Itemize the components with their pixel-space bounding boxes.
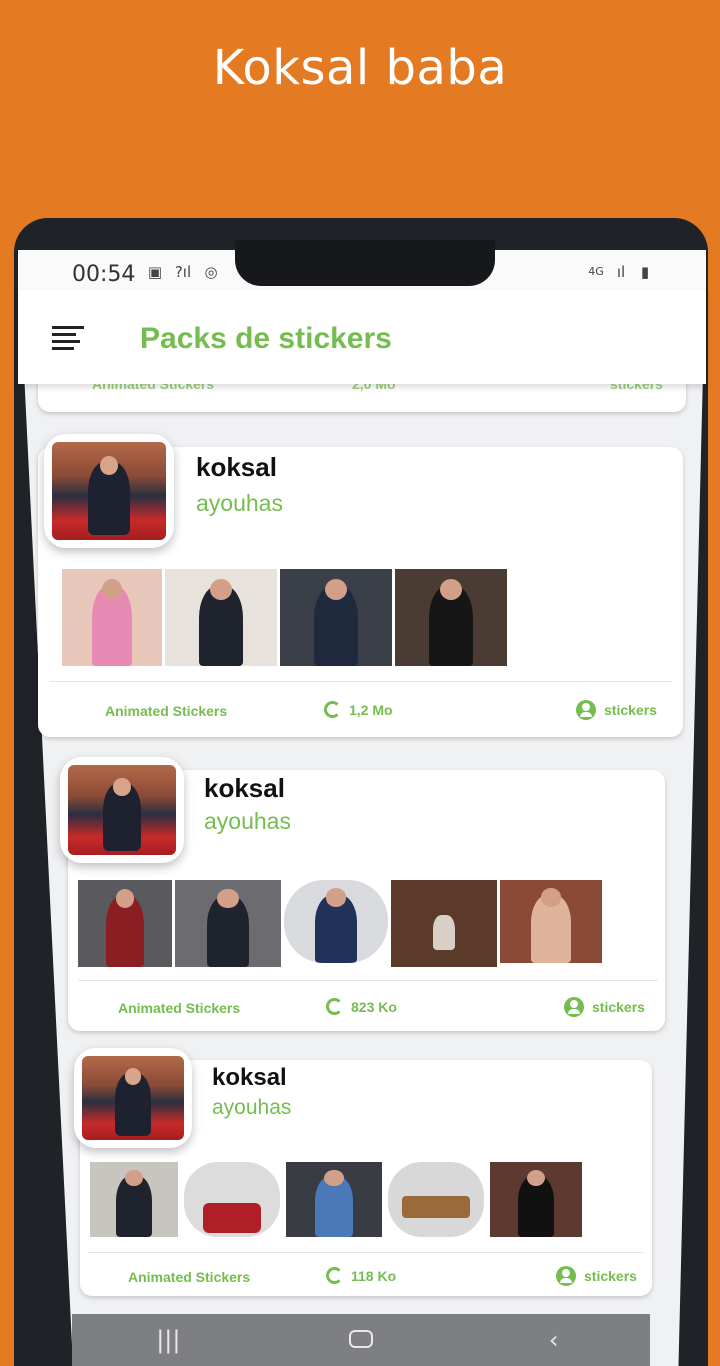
signal-icon: ıl bbox=[616, 263, 626, 281]
back-button[interactable]: ‹ bbox=[524, 1326, 584, 1354]
size-icon bbox=[324, 701, 341, 718]
pack-thumbnail[interactable] bbox=[44, 434, 174, 548]
sticker-preview[interactable] bbox=[78, 880, 172, 967]
sticker-preview[interactable] bbox=[286, 1162, 382, 1237]
network-type-label: 4G bbox=[588, 265, 604, 278]
gallery-icon: ▣ bbox=[147, 263, 163, 281]
pack-size: 823 Ko bbox=[326, 998, 397, 1015]
card-divider bbox=[88, 1252, 644, 1253]
sticker-preview[interactable] bbox=[175, 880, 281, 967]
battery-icon: ▮ bbox=[640, 263, 650, 281]
user-icon bbox=[564, 997, 584, 1017]
pack-thumbnail[interactable] bbox=[60, 757, 184, 863]
pack-size: 118 Ko bbox=[326, 1267, 396, 1284]
pack-type: Animated Stickers bbox=[105, 703, 228, 719]
sticker-preview-row bbox=[90, 1162, 582, 1237]
pack-name: koksal bbox=[204, 773, 285, 803]
card-divider bbox=[78, 980, 658, 981]
pack-stickers: stickers bbox=[556, 1266, 637, 1286]
sticker-preview-row bbox=[78, 880, 602, 967]
status-icons-left: ▣ ?ıl ◎ bbox=[146, 262, 220, 282]
sticker-preview[interactable] bbox=[388, 1162, 484, 1237]
recent-apps-button[interactable]: ||| bbox=[138, 1326, 198, 1354]
size-icon bbox=[326, 1267, 343, 1284]
sticker-preview[interactable] bbox=[391, 880, 497, 967]
sticker-preview[interactable] bbox=[500, 880, 602, 963]
sticker-preview[interactable] bbox=[490, 1162, 582, 1237]
pack-author: ayouhas bbox=[204, 808, 291, 834]
instagram-icon: ◎ bbox=[204, 263, 218, 281]
pack-stickers: stickers bbox=[576, 700, 657, 720]
sticker-preview[interactable] bbox=[62, 569, 162, 666]
pack-author: ayouhas bbox=[196, 490, 283, 516]
home-button[interactable] bbox=[331, 1326, 391, 1354]
card-divider bbox=[50, 681, 672, 682]
pack-stickers: stickers bbox=[564, 997, 645, 1017]
home-icon bbox=[348, 1330, 373, 1348]
user-icon bbox=[576, 700, 596, 720]
sticker-preview[interactable] bbox=[280, 569, 392, 666]
pack-type: Animated Stickers bbox=[118, 1000, 241, 1016]
sticker-preview-row bbox=[62, 569, 507, 666]
menu-icon[interactable] bbox=[52, 326, 84, 354]
sticker-preview[interactable] bbox=[184, 1162, 280, 1237]
sticker-preview[interactable] bbox=[284, 880, 388, 963]
pack-type: Animated Stickers bbox=[128, 1269, 251, 1285]
app-title: Packs de stickers bbox=[140, 322, 392, 355]
pack-thumbnail[interactable] bbox=[74, 1048, 192, 1148]
sticker-preview[interactable] bbox=[395, 569, 507, 666]
size-icon bbox=[326, 998, 343, 1015]
status-time: 00:54 bbox=[72, 262, 136, 287]
app-bar: Packs de stickers bbox=[18, 290, 706, 384]
sticker-preview[interactable] bbox=[90, 1162, 178, 1237]
system-nav-bar: ||| ‹ bbox=[72, 1314, 650, 1366]
pack-author: ayouhas bbox=[212, 1096, 292, 1119]
pack-name: koksal bbox=[196, 452, 277, 482]
status-icons-right: 4G ıl ▮ bbox=[586, 262, 654, 282]
signal-question-icon: ?ıl bbox=[174, 263, 192, 281]
user-icon bbox=[556, 1266, 576, 1286]
pack-name: koksal bbox=[212, 1064, 287, 1091]
pack-size: 1,2 Mo bbox=[324, 701, 393, 718]
sticker-preview[interactable] bbox=[165, 569, 277, 666]
camera-notch bbox=[235, 240, 495, 286]
